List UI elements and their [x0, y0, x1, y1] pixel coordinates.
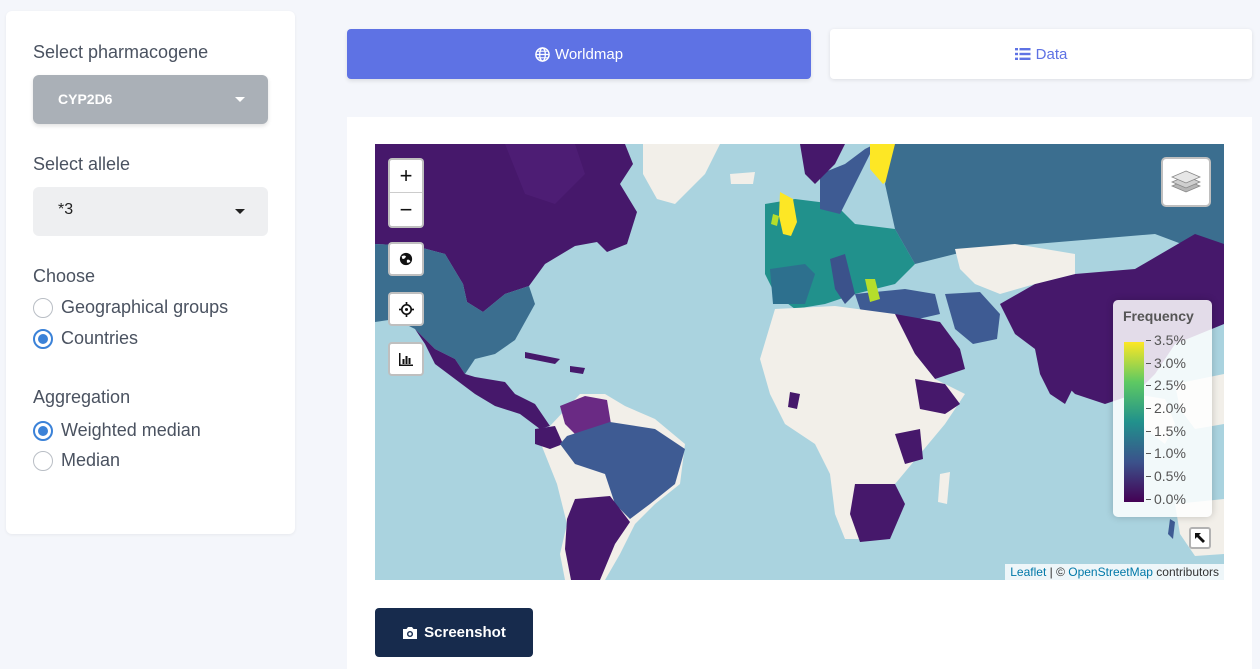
- bar-chart-icon: [399, 352, 413, 366]
- zoom-in-button[interactable]: +: [390, 160, 422, 193]
- globe-button[interactable]: [388, 242, 424, 276]
- zoom-control: + −: [388, 158, 424, 228]
- legend-tick: 1.0%: [1146, 446, 1186, 469]
- gene-select[interactable]: CYP2D6: [33, 75, 268, 124]
- layers-icon: [1171, 170, 1201, 193]
- layers-button[interactable]: [1161, 157, 1211, 207]
- legend-tick: 3.5%: [1146, 333, 1186, 356]
- map-geography: [375, 144, 1224, 580]
- legend-title: Frequency: [1123, 308, 1194, 324]
- aggregation-label: Aggregation: [33, 387, 131, 407]
- radio-checked-icon[interactable]: [33, 420, 53, 441]
- leaflet-link[interactable]: Leaflet: [1010, 565, 1046, 579]
- radio-checked-icon[interactable]: [33, 328, 53, 349]
- chevron-down-icon: [235, 209, 245, 214]
- screenshot-button[interactable]: Screenshot: [375, 608, 533, 657]
- world-map[interactable]: + − Frequency 3.5% 3.0% 2.5% 2.0% 1.5% 1…: [375, 144, 1224, 580]
- legend-tick: 1.5%: [1146, 424, 1186, 447]
- camera-icon: [402, 626, 418, 640]
- tab-worldmap[interactable]: Worldmap: [347, 29, 811, 79]
- legend-ticks: 3.5% 3.0% 2.5% 2.0% 1.5% 1.0% 0.5% 0.0%: [1146, 333, 1186, 515]
- radio-label: Geographical groups: [61, 297, 229, 317]
- legend-tick: 0.0%: [1146, 492, 1186, 515]
- expand-arrow-icon: [1195, 533, 1205, 543]
- attribution-suffix: contributors: [1152, 565, 1219, 579]
- gene-select-label: Select pharmacogene: [33, 42, 209, 62]
- radio-weighted-median[interactable]: Weighted median: [33, 420, 201, 441]
- legend-tick: 2.0%: [1146, 401, 1186, 424]
- globe-icon: [399, 252, 413, 266]
- legend-tick: 0.5%: [1146, 469, 1186, 492]
- choose-label: Choose: [33, 266, 96, 286]
- locate-button[interactable]: [388, 292, 424, 326]
- crosshair-icon: [398, 301, 414, 317]
- legend-tick: 3.0%: [1146, 356, 1186, 379]
- legend-tick: 2.5%: [1146, 378, 1186, 401]
- legend-color-bar: [1124, 342, 1144, 502]
- gene-select-value: CYP2D6: [58, 91, 113, 107]
- radio-geographical-groups[interactable]: Geographical groups: [33, 297, 228, 318]
- tab-data-label: Data: [1035, 45, 1068, 63]
- globe-icon: [535, 46, 550, 62]
- radio-countries[interactable]: Countries: [33, 328, 138, 349]
- osm-link[interactable]: OpenStreetMap: [1068, 565, 1153, 579]
- chart-button[interactable]: [388, 342, 424, 376]
- radio-label: Countries: [61, 328, 139, 348]
- radio-median[interactable]: Median: [33, 450, 120, 471]
- tab-data[interactable]: Data: [830, 29, 1252, 79]
- frequency-legend: Frequency 3.5% 3.0% 2.5% 2.0% 1.5% 1.0% …: [1113, 300, 1212, 517]
- map-attribution: Leaflet | © OpenStreetMap contributors: [1005, 564, 1224, 580]
- radio-unchecked-icon[interactable]: [33, 450, 53, 471]
- allele-select-value: *3: [58, 201, 74, 218]
- allele-select[interactable]: *3: [33, 187, 268, 236]
- radio-label: Weighted median: [61, 420, 201, 440]
- radio-label: Median: [61, 450, 121, 470]
- tab-worldmap-label: Worldmap: [554, 45, 624, 63]
- list-icon: [1014, 47, 1031, 61]
- allele-select-label: Select allele: [33, 154, 131, 174]
- sidebar-panel: Select pharmacogene CYP2D6 Select allele…: [6, 11, 295, 534]
- fullscreen-button[interactable]: [1189, 527, 1211, 549]
- screenshot-label: Screenshot: [424, 624, 506, 641]
- radio-unchecked-icon[interactable]: [33, 297, 53, 318]
- attribution-separator: | ©: [1046, 565, 1069, 579]
- zoom-out-button[interactable]: −: [390, 193, 422, 226]
- chevron-down-icon: [235, 97, 245, 102]
